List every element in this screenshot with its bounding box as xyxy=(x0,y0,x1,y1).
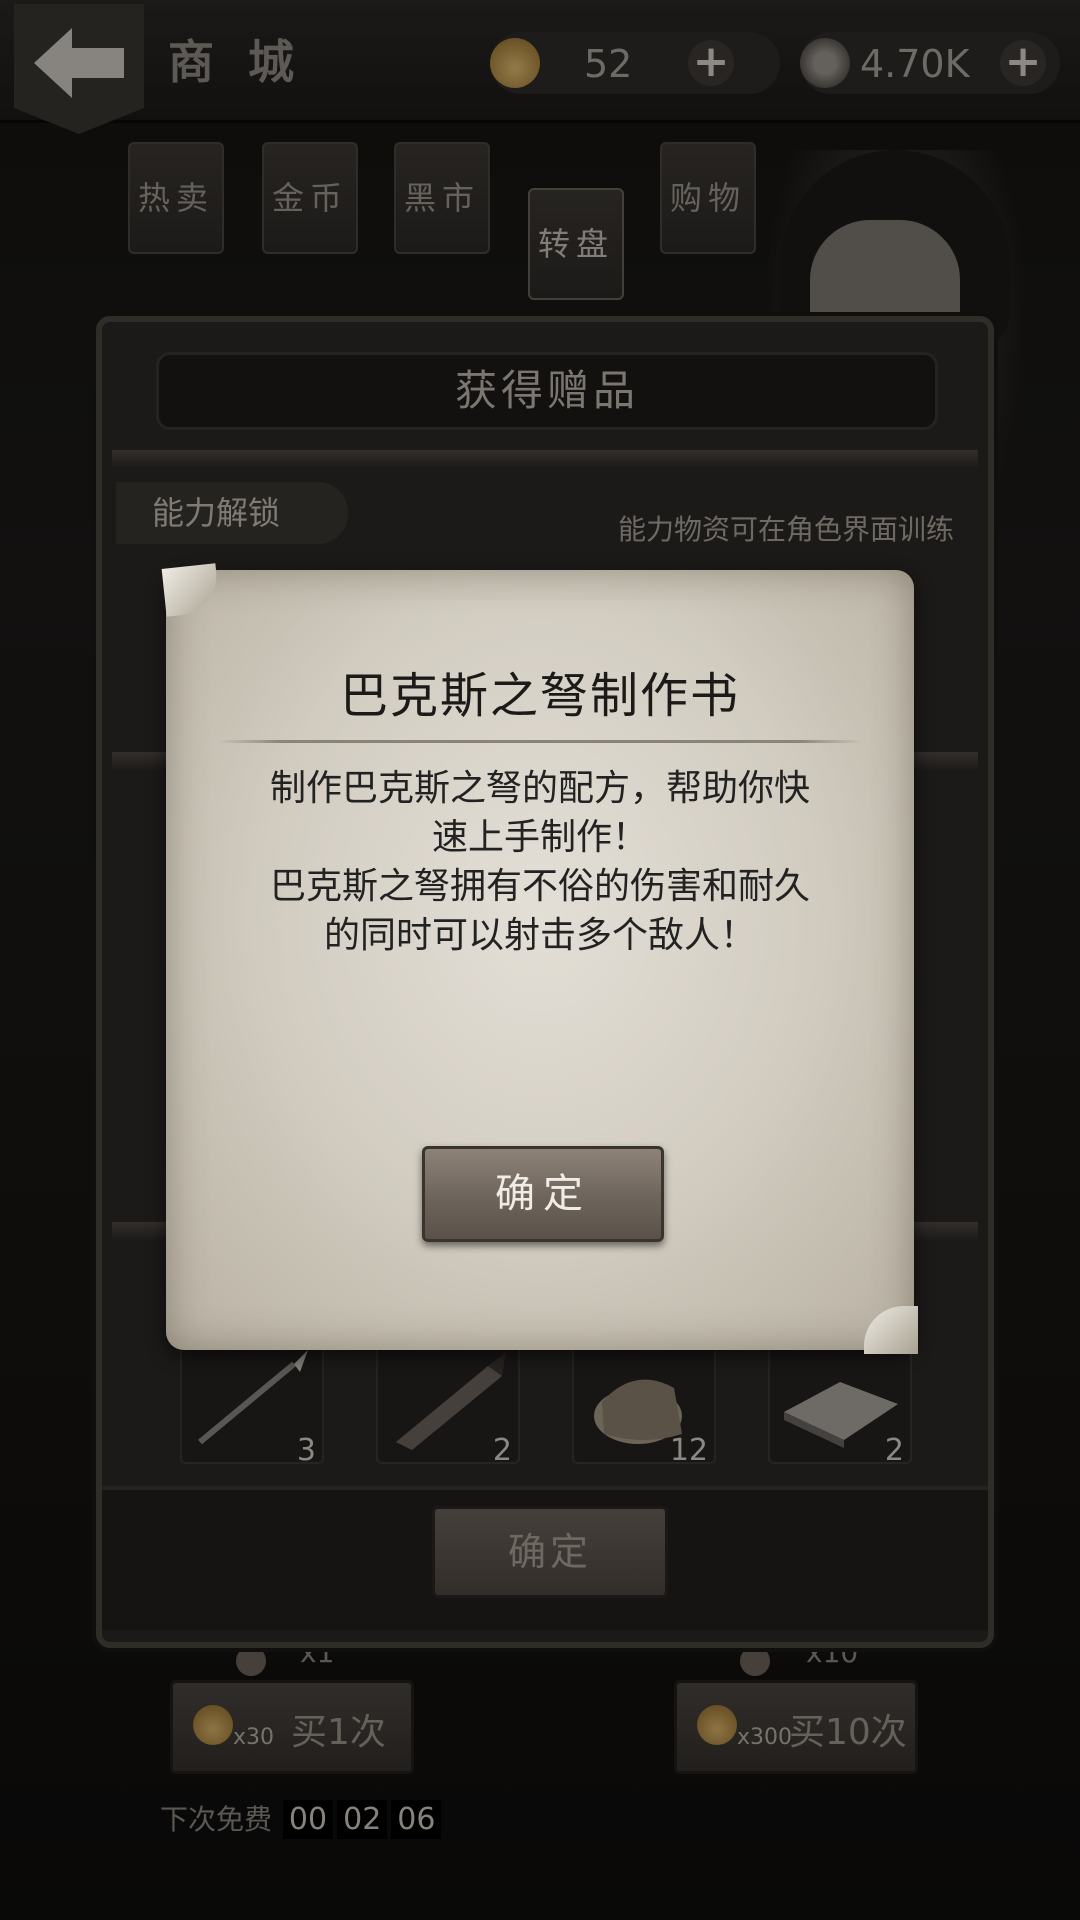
popup-description: 制作巴克斯之弩的配方，帮助你快 速上手制作！ 巴克斯之弩拥有不俗的伤害和耐久 的… xyxy=(269,768,810,956)
recipe-scroll-popup: 巴克斯之弩制作书 制作巴克斯之弩的配方，帮助你快 速上手制作！ 巴克斯之弩拥有不… xyxy=(161,563,918,1354)
popup-confirm-button[interactable]: 确定 xyxy=(422,1146,664,1242)
popup-title: 巴克斯之弩制作书 xyxy=(339,668,740,724)
popup-divider xyxy=(218,740,862,743)
